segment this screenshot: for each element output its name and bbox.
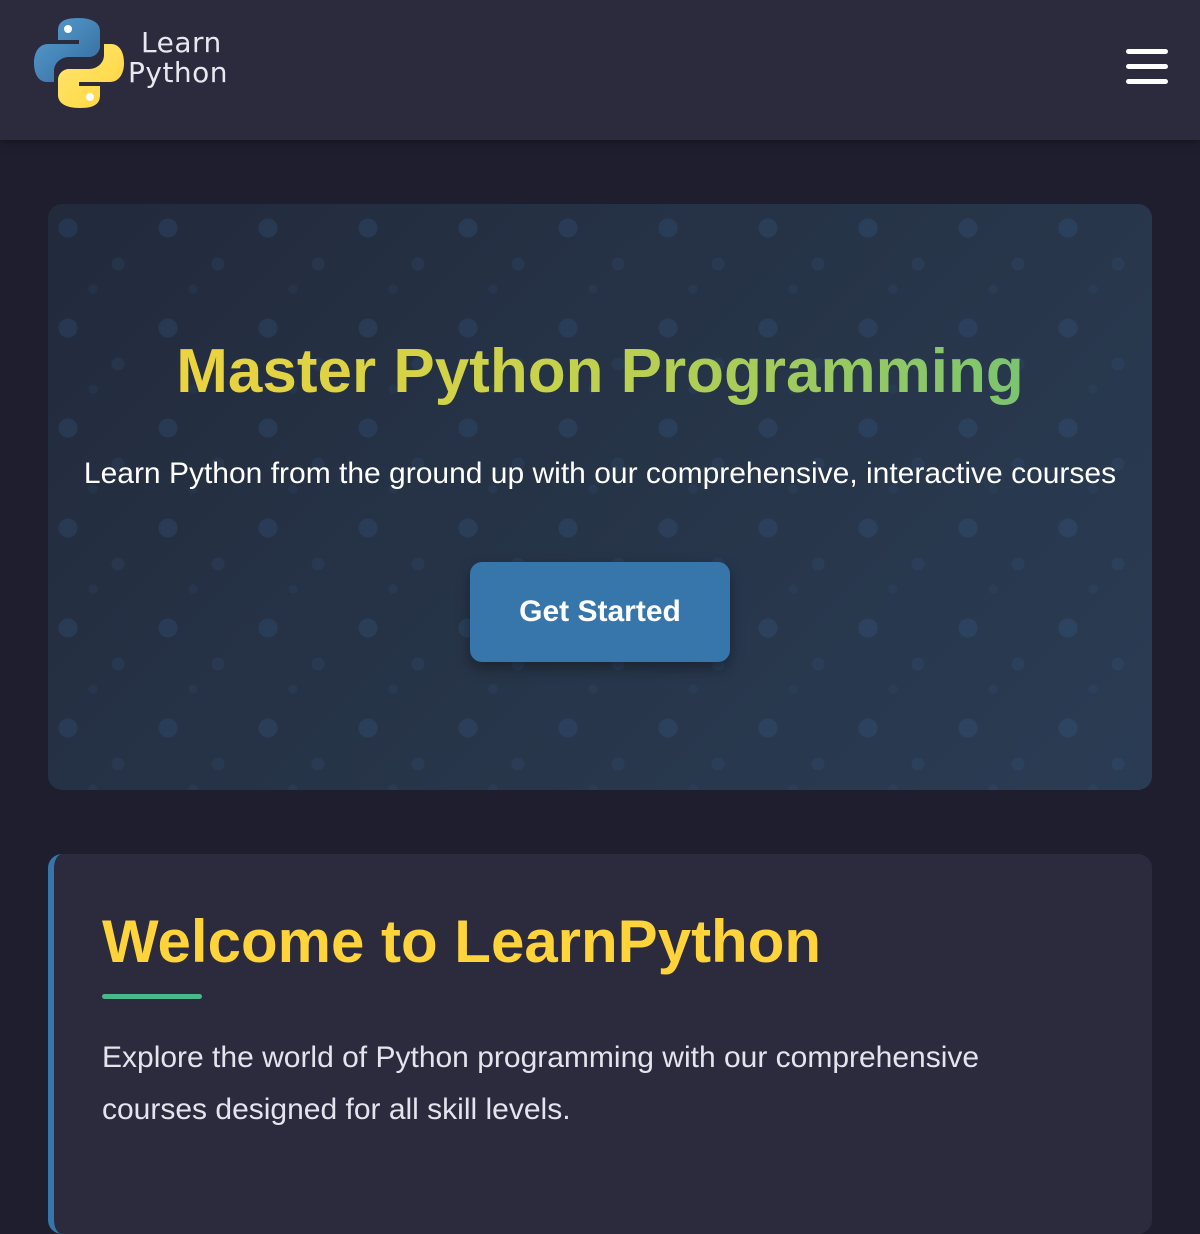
logo-text: Learn Python [128,28,228,88]
hamburger-menu-icon[interactable] [1118,44,1176,94]
title-underline [102,994,202,999]
menu-bar [1126,49,1168,54]
welcome-title: Welcome to LearnPython [102,908,822,975]
welcome-card: Welcome to LearnPython Explore the world… [48,854,1152,1234]
python-logo-icon [34,18,124,108]
logo-text-line2: Python [128,56,229,89]
hero-subtitle: Learn Python from the ground up with our… [83,457,1117,490]
menu-bar [1126,64,1168,69]
get-started-button[interactable]: Get Started [470,562,730,662]
logo[interactable]: Learn Python [30,12,235,120]
hero-title: Master Python Programming [48,332,1152,412]
hero-section: Master Python Programming Learn Python f… [48,204,1152,790]
site-header: Learn Python [0,0,1200,140]
welcome-text: Explore the world of Python programming … [102,1041,980,1126]
menu-bar [1126,79,1168,84]
hero-background-pattern [48,204,1152,790]
logo-text-line1: Learn [141,26,222,59]
